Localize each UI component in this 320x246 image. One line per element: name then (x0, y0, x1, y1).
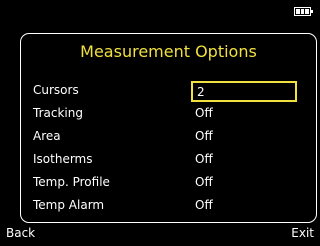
option-value[interactable]: Off (195, 171, 213, 194)
option-row-area[interactable]: Area Off (33, 125, 305, 148)
option-value[interactable]: Off (195, 194, 213, 217)
option-value[interactable]: Off (195, 148, 213, 171)
option-row-cursors[interactable]: Cursors 2 (33, 79, 305, 102)
back-softkey[interactable]: Back (6, 224, 35, 242)
option-row-tracking[interactable]: Tracking Off (33, 102, 305, 125)
option-label: Area (33, 129, 61, 143)
dialog-title: Measurement Options (80, 42, 257, 61)
option-row-temp-alarm[interactable]: Temp Alarm Off (33, 194, 305, 217)
option-value-cursors-selected[interactable]: 2 (191, 81, 297, 102)
option-row-temp-profile[interactable]: Temp. Profile Off (33, 171, 305, 194)
option-label: Isotherms (33, 152, 93, 166)
option-label: Temp. Profile (33, 175, 110, 189)
option-label: Tracking (33, 106, 83, 120)
option-label: Temp Alarm (33, 198, 105, 212)
measurement-options-dialog: Measurement Options Cursors 2 Tracking O… (20, 33, 317, 223)
options-list: Cursors 2 Tracking Off Area Off Isotherm… (33, 79, 305, 217)
option-row-isotherms[interactable]: Isotherms Off (33, 148, 305, 171)
battery-icon (294, 7, 313, 16)
option-value[interactable]: Off (195, 125, 213, 148)
option-label: Cursors (33, 83, 79, 97)
exit-softkey[interactable]: Exit (291, 224, 314, 242)
option-value[interactable]: Off (195, 102, 213, 125)
